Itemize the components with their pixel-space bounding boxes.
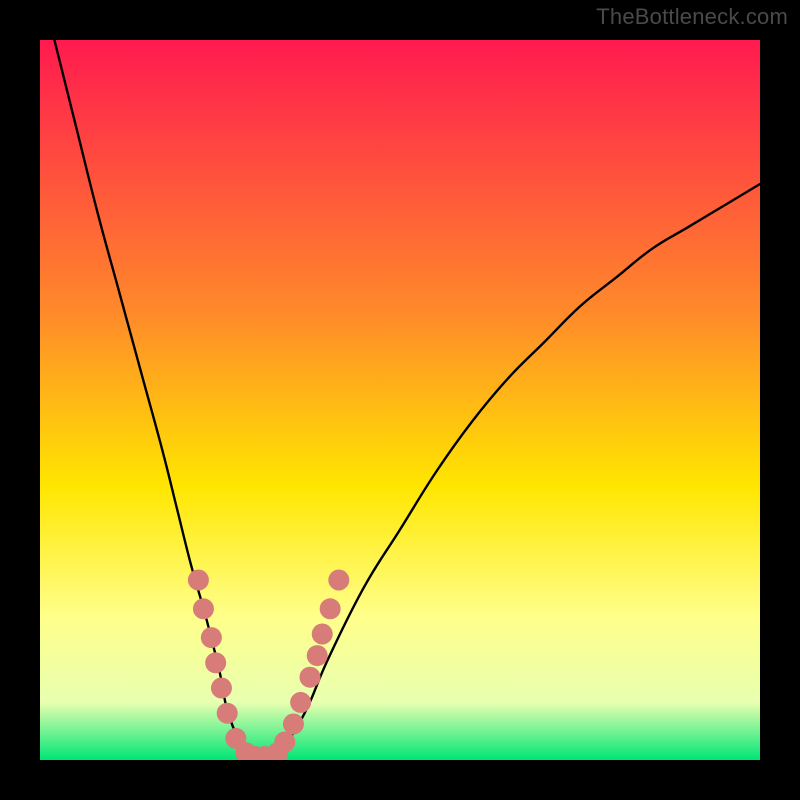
marker-dot [217, 703, 238, 724]
marker-dot [307, 645, 328, 666]
marker-dot [283, 714, 304, 735]
marker-dot [201, 627, 222, 648]
marker-dot [205, 652, 226, 673]
marker-dot [193, 598, 214, 619]
marker-dot [290, 692, 311, 713]
marker-dot [211, 678, 232, 699]
plot-area [40, 40, 760, 760]
marker-dot [320, 598, 341, 619]
chart-frame: TheBottleneck.com [0, 0, 800, 800]
marker-dot [188, 570, 209, 591]
marker-dot [300, 667, 321, 688]
chart-svg [40, 40, 760, 760]
marker-dot [274, 732, 295, 753]
watermark-text: TheBottleneck.com [596, 4, 788, 30]
marker-dot [328, 570, 349, 591]
marker-dot [312, 624, 333, 645]
